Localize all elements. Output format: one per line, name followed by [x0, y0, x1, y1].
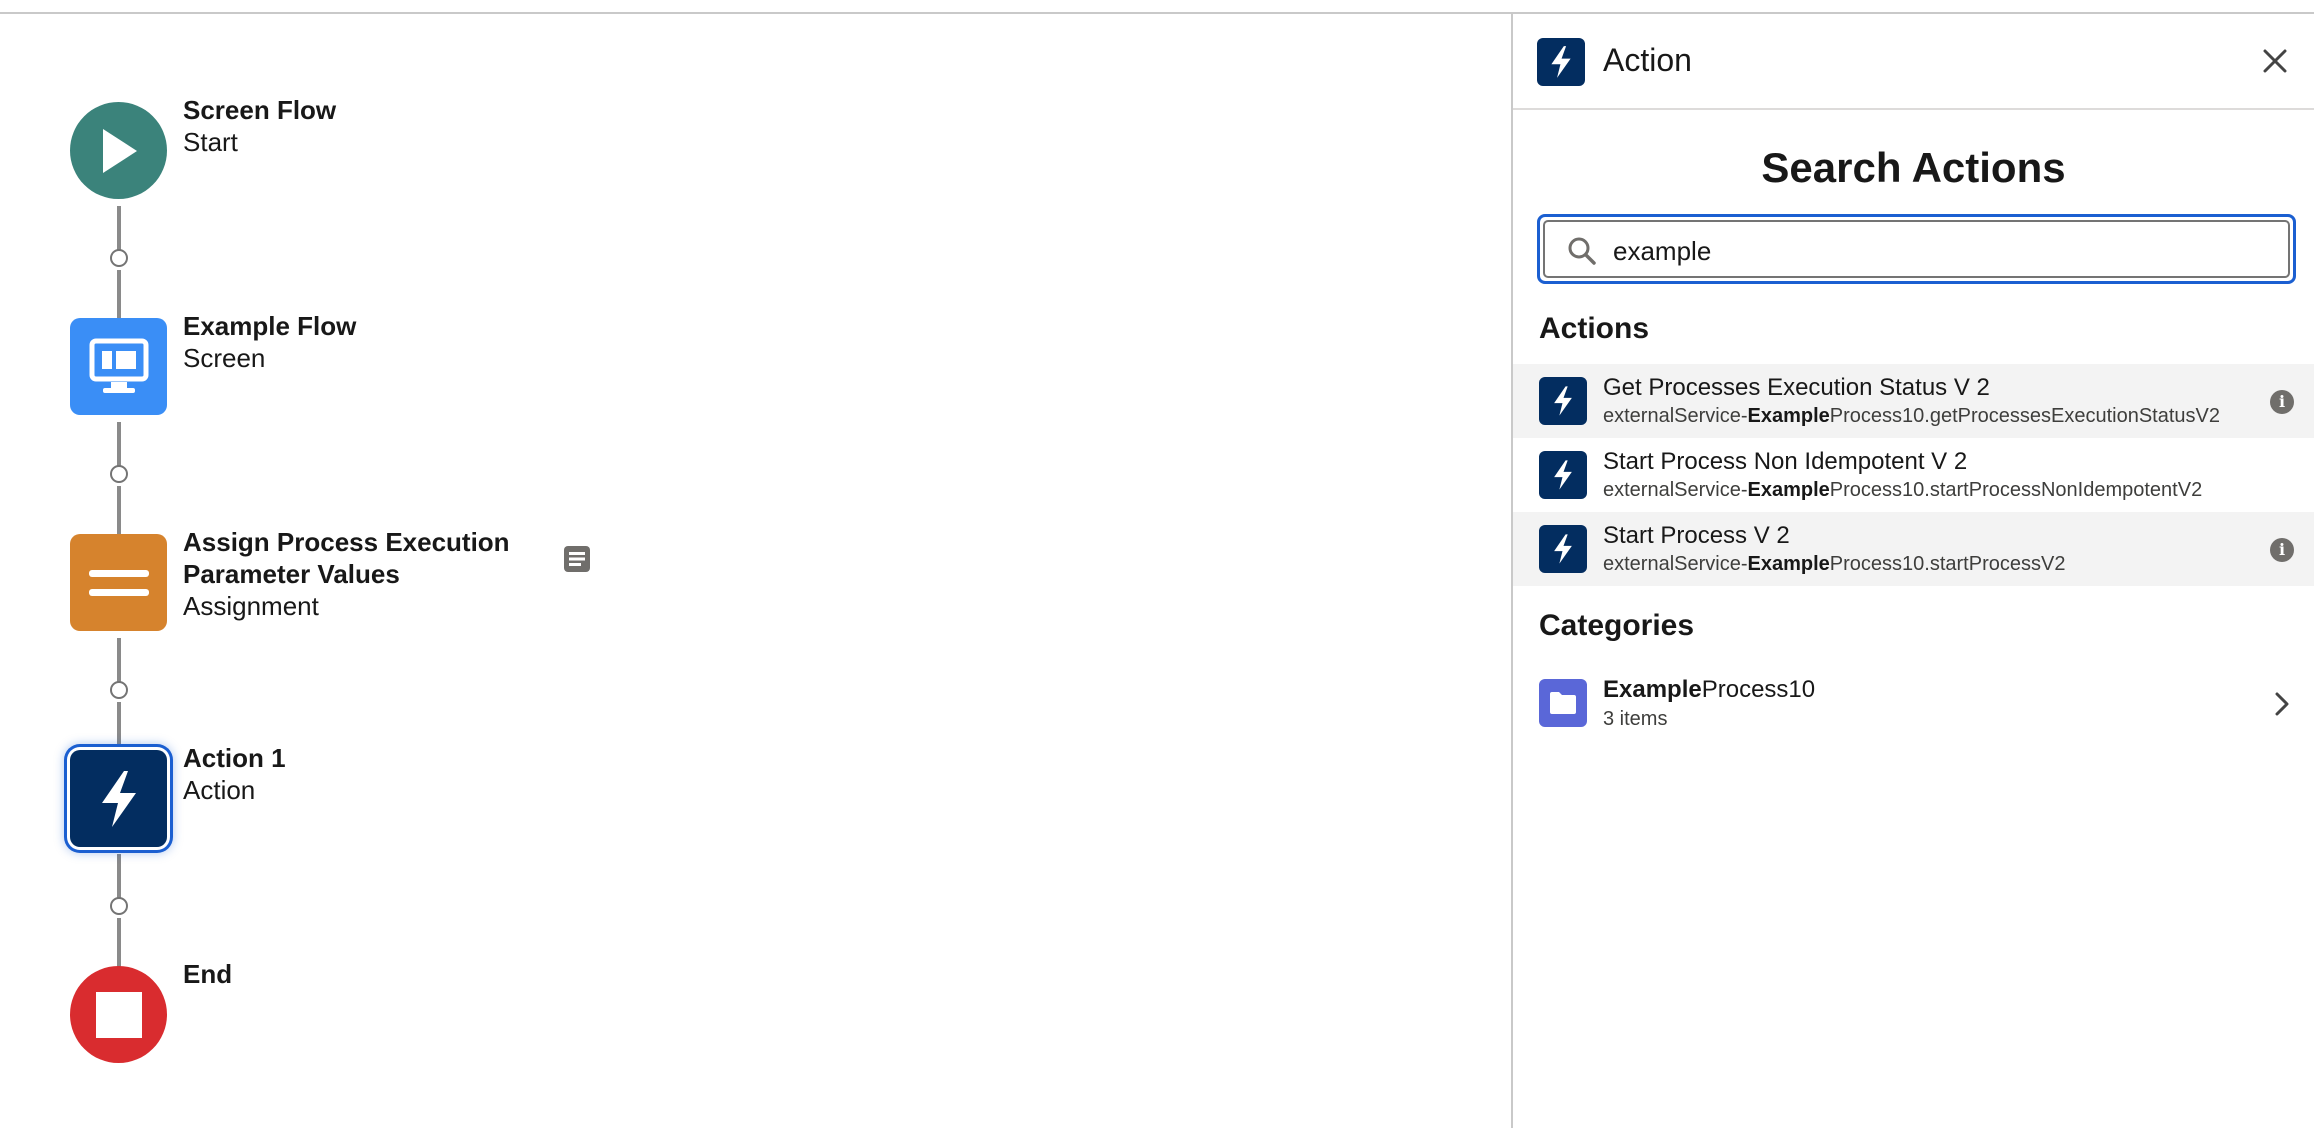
- lightning-icon: [1551, 46, 1571, 78]
- flow-canvas[interactable]: Screen Flow Start Example Flow Screen As…: [0, 14, 1511, 1128]
- folder-icon: [1550, 692, 1576, 714]
- search-icon: [1568, 237, 1596, 265]
- close-icon[interactable]: [2260, 46, 2290, 76]
- lightning-icon: [101, 770, 136, 827]
- panel-header-icon: [1537, 38, 1585, 86]
- end-node-label: End: [183, 958, 232, 990]
- category-count: 3 items: [1603, 708, 1668, 730]
- screen-node[interactable]: [70, 318, 167, 415]
- actions-heading: Actions: [1539, 312, 1650, 345]
- action-result-item[interactable]: Get Processes Execution Status V 2 exter…: [1513, 364, 2314, 438]
- play-icon: [102, 128, 137, 173]
- node-title: Action 1: [183, 743, 286, 773]
- action-panel: Action Search Actions Actions Get Proces…: [1511, 14, 2314, 1128]
- stop-icon: [95, 991, 142, 1038]
- connector-line: [117, 918, 121, 972]
- action-node[interactable]: [70, 750, 167, 847]
- assignment-node[interactable]: [70, 534, 167, 631]
- panel-title: Action: [1603, 42, 1692, 78]
- node-type: Action: [183, 775, 256, 805]
- add-element-node[interactable]: [110, 249, 128, 267]
- search-field[interactable]: [1537, 214, 2296, 284]
- assignment-node-label: Assign Process Execution Parameter Value…: [183, 526, 543, 622]
- category-item[interactable]: ExampleProcess10 3 items: [1513, 666, 2314, 740]
- info-icon[interactable]: i: [2270, 390, 2294, 414]
- node-title: End: [183, 959, 233, 989]
- lightning-icon: [1554, 460, 1572, 490]
- connector-line: [117, 702, 121, 756]
- category-name: ExampleProcess10: [1603, 676, 1816, 703]
- screen-icon: [89, 338, 148, 393]
- action-result-item[interactable]: Start Process Non Idempotent V 2 externa…: [1513, 438, 2314, 512]
- action-api-name: externalService-ExampleProcess10.getProc…: [1603, 405, 2220, 427]
- category-icon: [1539, 679, 1587, 727]
- connector-line: [117, 270, 121, 324]
- action-api-name: externalService-ExampleProcess10.startPr…: [1603, 479, 2203, 501]
- action-name: Start Process V 2: [1603, 522, 1790, 549]
- start-node[interactable]: [70, 102, 167, 199]
- panel-header: Action: [1513, 14, 2314, 110]
- add-element-node[interactable]: [110, 465, 128, 483]
- start-node-label: Screen Flow Start: [183, 94, 336, 158]
- lightning-icon: [1554, 534, 1572, 564]
- node-type: Screen: [183, 343, 266, 373]
- description-icon[interactable]: [563, 545, 591, 573]
- action-node-label: Action 1 Action: [183, 742, 286, 806]
- assignment-icon: [88, 569, 149, 596]
- action-name: Get Processes Execution Status V 2: [1603, 374, 1990, 401]
- action-result-item[interactable]: Start Process V 2 externalService-Exampl…: [1513, 512, 2314, 586]
- add-element-node[interactable]: [110, 681, 128, 699]
- info-icon[interactable]: i: [2270, 538, 2294, 562]
- node-type: Assignment: [183, 591, 319, 621]
- node-title: Example Flow: [183, 311, 357, 341]
- action-result-icon: [1539, 377, 1587, 425]
- lightning-icon: [1554, 386, 1572, 416]
- node-type: Start: [183, 127, 238, 157]
- search-input[interactable]: [1611, 228, 2255, 274]
- add-element-node[interactable]: [110, 897, 128, 915]
- chevron-right-icon[interactable]: [2272, 690, 2292, 718]
- node-title: Screen Flow: [183, 95, 337, 125]
- action-result-icon: [1539, 525, 1587, 573]
- action-api-name: externalService-ExampleProcess10.startPr…: [1603, 553, 2066, 575]
- end-node[interactable]: [70, 966, 167, 1063]
- connector-line: [117, 486, 121, 540]
- categories-heading: Categories: [1539, 609, 1695, 642]
- screen-node-label: Example Flow Screen: [183, 310, 356, 374]
- search-heading: Search Actions: [1761, 144, 2066, 191]
- node-title: Assign Process Execution Parameter Value…: [183, 527, 510, 589]
- action-name: Start Process Non Idempotent V 2: [1603, 448, 1968, 475]
- action-result-icon: [1539, 451, 1587, 499]
